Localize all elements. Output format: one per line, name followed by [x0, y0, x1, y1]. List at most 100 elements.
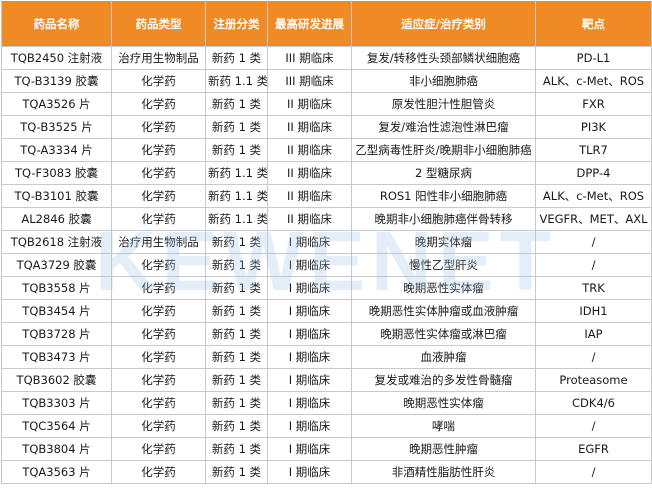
drug-name-cell: TQ-B3139 胶囊	[1, 69, 112, 93]
drug-name-cell: TQA3729 胶囊	[1, 253, 112, 277]
drug-type-cell: 化学药	[111, 368, 206, 392]
table-row: TQA3729 胶囊 化学药 新药 1 类I 期临床 慢性乙型肝炎 /	[1, 253, 652, 277]
drug-name-cell: TQB2618 注射液	[1, 230, 112, 254]
drug-name-cell: TQB3804 片	[1, 437, 112, 461]
registration-class-cell: 新药 1 类	[205, 345, 268, 369]
drug-type-cell: 化学药	[111, 322, 206, 346]
highest-stage-cell: II 期临床	[267, 92, 352, 116]
drug-type-cell: 化学药	[111, 253, 206, 277]
highest-stage-cell: I 期临床	[267, 368, 352, 392]
target-cell: EGFR	[535, 437, 652, 461]
indication-cell: 晚期非小细胞肺癌伴骨转移	[351, 207, 536, 231]
header-col-highest-stage: 最高研发进展	[267, 1, 352, 47]
highest-stage-cell: I 期临床	[267, 460, 352, 484]
highest-stage-cell: II 期临床	[267, 138, 352, 162]
target-cell: /	[535, 414, 652, 438]
target-cell: ALK、c-Met、ROS	[535, 69, 652, 93]
target-cell: TLR7	[535, 138, 652, 162]
indication-cell: 晚期恶性肿瘤	[351, 437, 536, 461]
indication-cell: 复发或难治的多发性骨髓瘤	[351, 368, 536, 392]
drug-type-cell: 化学药	[111, 391, 206, 415]
drug-name-cell: TQB3303 片	[1, 391, 112, 415]
registration-class-cell: 新药 1 类	[205, 437, 268, 461]
registration-class-cell: 新药 1 类	[205, 230, 268, 254]
target-cell: /	[535, 345, 652, 369]
highest-stage-cell: I 期临床	[267, 322, 352, 346]
table-row: TQB3558 片化学药 新药 1 类I 期临床 晚期恶性实体瘤 TRK	[1, 276, 652, 300]
drug-name-cell: TQB3473 片	[1, 345, 112, 369]
highest-stage-cell: III 期临床	[267, 69, 352, 93]
drug-name-cell: TQA3526 片	[1, 92, 112, 116]
drug-name-cell: TQ-B3101 胶囊	[1, 184, 112, 208]
registration-class-cell: 新药 1.1 类	[205, 207, 268, 231]
indication-cell: 晚期恶性实体瘤或淋巴瘤	[351, 322, 536, 346]
drug-type-cell: 化学药	[111, 138, 206, 162]
header-col-drug-type: 药品类型	[111, 1, 206, 47]
indication-cell: 晚期实体瘤	[351, 230, 536, 254]
drug-type-cell: 化学药	[111, 115, 206, 139]
registration-class-cell: 新药 1 类	[205, 414, 268, 438]
drug-name-cell: TQ-A3334 片	[1, 138, 112, 162]
registration-class-cell: 新药 1 类	[205, 276, 268, 300]
table-row: TQ-F3083 胶囊 化学药 新药 1.1 类 II 期临床 2 型糖尿病 DPP-4	[1, 161, 652, 185]
target-cell: DPP-4	[535, 161, 652, 185]
drug-type-cell: 化学药	[111, 276, 206, 300]
indication-cell: 慢性乙型肝炎	[351, 253, 536, 277]
target-cell: VEGFR、MET、AXL	[535, 207, 652, 231]
highest-stage-cell: II 期临床	[267, 184, 352, 208]
indication-cell: 血液肿瘤	[351, 345, 536, 369]
drug-type-cell: 治疗用生物制品	[111, 230, 206, 254]
indication-cell: 晚期恶性实体瘤	[351, 276, 536, 300]
table-row: TQB3473 片化学药 新药 1 类I 期临床 血液肿瘤 /	[1, 345, 652, 369]
table-header: 药品名称 药品类型 注册分类 最高研发进展 适应症/治疗类别 靶点	[1, 1, 652, 47]
drug-name-cell: TQB3728 片	[1, 322, 112, 346]
highest-stage-cell: III 期临床	[267, 46, 352, 70]
target-cell: PD-L1	[535, 46, 652, 70]
drug-name-cell: TQ-F3083 胶囊	[1, 161, 112, 185]
table-row: TQ-A3334 片化学药 新药 1 类 II 期临床 乙型病毒性肝炎/晚期非小细胞肺…	[1, 138, 652, 162]
header-col-registration-class: 注册分类	[205, 1, 268, 47]
registration-class-cell: 新药 1 类	[205, 391, 268, 415]
table-row: TQ-B3139 胶囊 化学药 新药 1.1 类 III 期临床 非小细胞肺癌 ALK、c…	[1, 69, 652, 93]
drug-name-cell: AL2846 胶囊	[1, 207, 112, 231]
drug-type-cell: 化学药	[111, 460, 206, 484]
table-row: TQ-B3525 片化学药 新药 1 类 II 期临床 复发/难治性滤泡性淋巴瘤 PI3…	[1, 115, 652, 139]
indication-cell: 非酒精性脂肪性肝炎	[351, 460, 536, 484]
target-cell: Proteasome	[535, 368, 652, 392]
header-col-drug-name: 药品名称	[1, 1, 112, 47]
registration-class-cell: 新药 1 类	[205, 368, 268, 392]
registration-class-cell: 新药 1 类	[205, 46, 268, 70]
registration-class-cell: 新药 1 类	[205, 460, 268, 484]
indication-cell: 复发/难治性滤泡性淋巴瘤	[351, 115, 536, 139]
indication-cell: ROS1 阳性非小细胞肺癌	[351, 184, 536, 208]
target-cell: ALK、c-Met、ROS	[535, 184, 652, 208]
table-row: TQB3454 片化学药 新药 1 类I 期临床 晚期恶性实体肿瘤或血液肿瘤 IDH1	[1, 299, 652, 323]
indication-cell: 哮喘	[351, 414, 536, 438]
table-row: TQB2618 注射液 治疗用生物制品 新药 1 类I 期临床 晚期实体瘤 /	[1, 230, 652, 254]
table-row: TQB3804 片化学药 新药 1 类I 期临床 晚期恶性肿瘤 EGFR	[1, 437, 652, 461]
drug-name-cell: TQA3563 片	[1, 460, 112, 484]
table-row: TQB3728 片化学药 新药 1 类I 期临床 晚期恶性实体瘤或淋巴瘤 IAP	[1, 322, 652, 346]
indication-cell: 非小细胞肺癌	[351, 69, 536, 93]
table-row: TQB2450 注射液 治疗用生物制品 新药 1 类 III 期临床 复发/转移性头颈部…	[1, 46, 652, 70]
target-cell: CDK4/6	[535, 391, 652, 415]
table-body: TQB2450 注射液 治疗用生物制品 新药 1 类 III 期临床 复发/转移性头颈部…	[1, 46, 652, 484]
registration-class-cell: 新药 1 类	[205, 253, 268, 277]
highest-stage-cell: II 期临床	[267, 161, 352, 185]
drug-name-cell: TQ-B3525 片	[1, 115, 112, 139]
table-row: TQC3564 片化学药 新药 1 类I 期临床 哮喘 /	[1, 414, 652, 438]
indication-cell: 复发/转移性头颈部鳞状细胞癌	[351, 46, 536, 70]
highest-stage-cell: II 期临床	[267, 115, 352, 139]
drug-type-cell: 治疗用生物制品	[111, 46, 206, 70]
table-row: TQ-B3101 胶囊 化学药 新药 1.1 类 II 期临床 ROS1 阳性非小细胞肺…	[1, 184, 652, 208]
indication-cell: 原发性胆汁性胆管炎	[351, 92, 536, 116]
target-cell: IAP	[535, 322, 652, 346]
drug-name-cell: TQB3454 片	[1, 299, 112, 323]
highest-stage-cell: I 期临床	[267, 253, 352, 277]
drug-type-cell: 化学药	[111, 69, 206, 93]
indication-cell: 晚期恶性实体瘤	[351, 391, 536, 415]
highest-stage-cell: I 期临床	[267, 230, 352, 254]
drug-type-cell: 化学药	[111, 437, 206, 461]
indication-cell: 晚期恶性实体肿瘤或血液肿瘤	[351, 299, 536, 323]
header-col-target: 靶点	[535, 1, 652, 47]
